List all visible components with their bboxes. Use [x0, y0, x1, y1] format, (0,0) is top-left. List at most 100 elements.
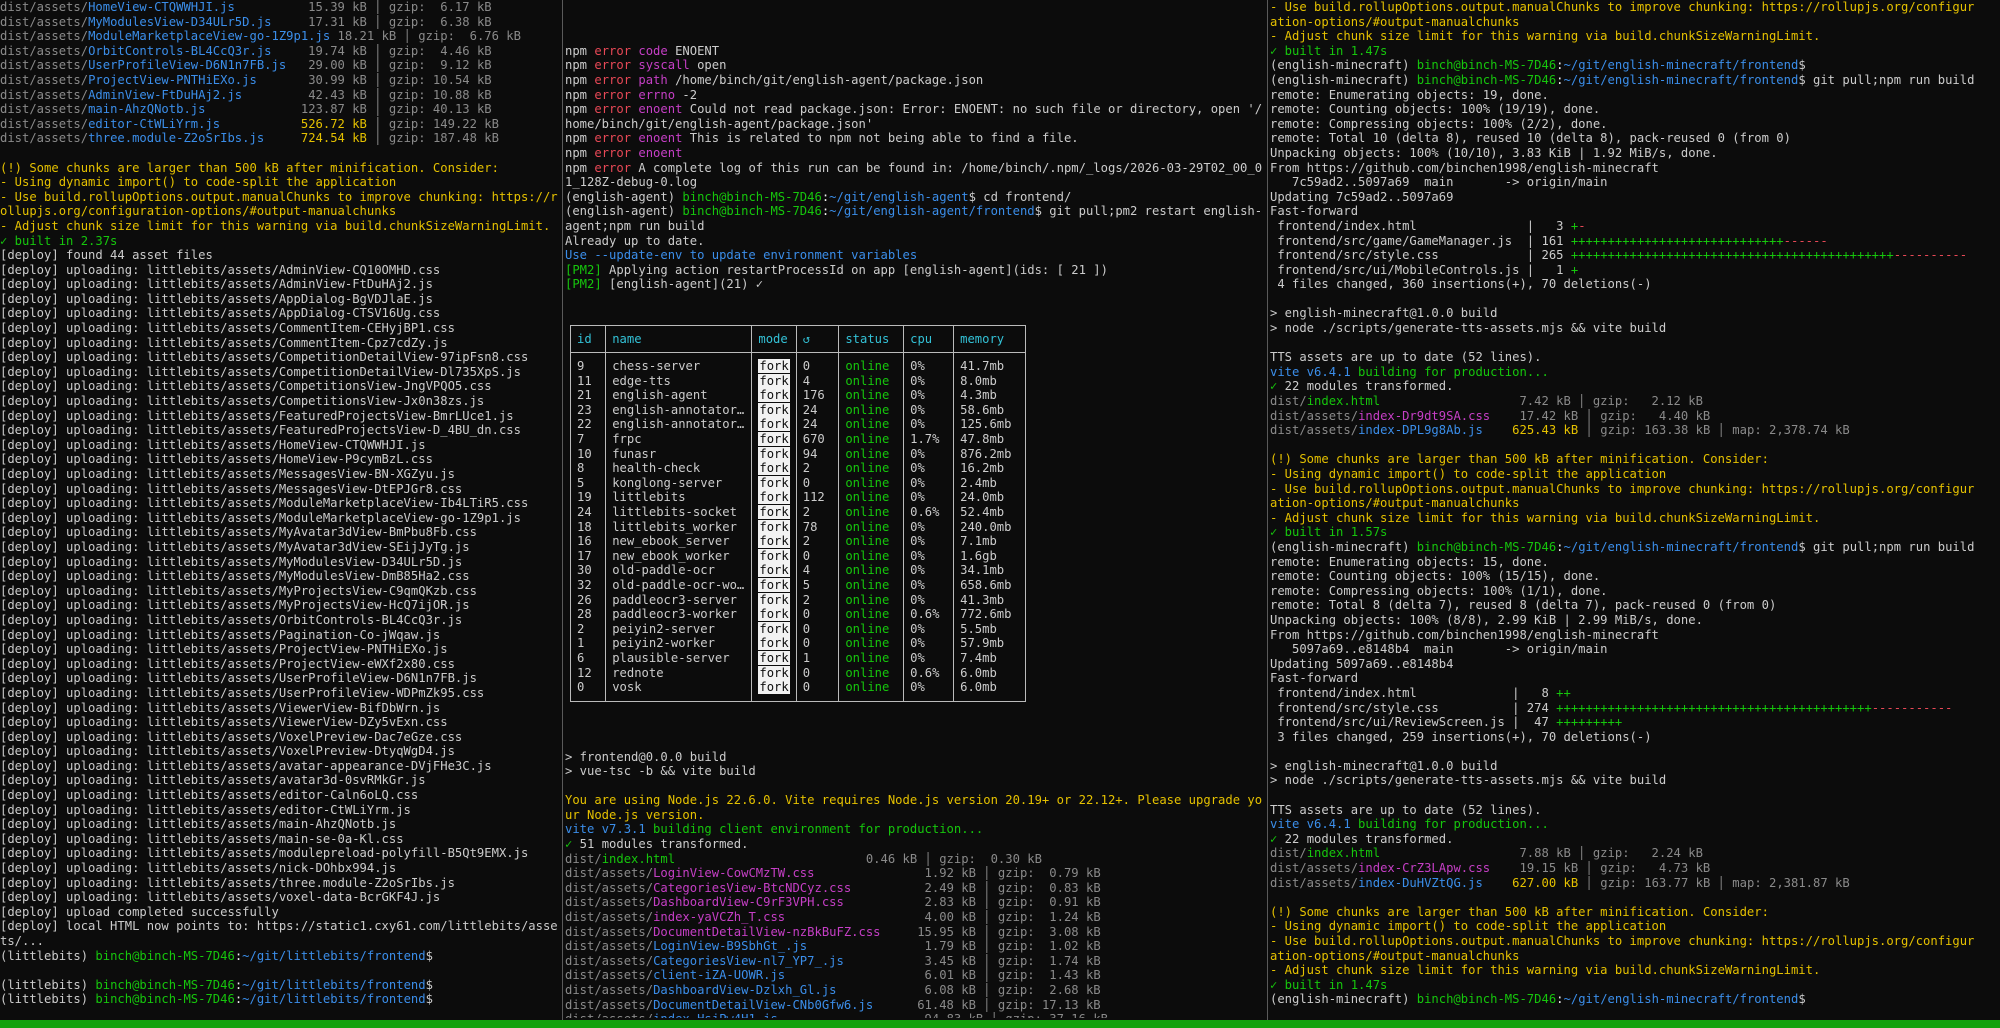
- terminal-text: dist/assets/: [565, 953, 654, 968]
- terminal-line: [deploy] uploading: littlebits/assets/Ho…: [0, 452, 561, 467]
- terminal-line: [deploy] uploading: littlebits/assets/Co…: [0, 336, 561, 351]
- terminal-text: vite v6.4.1: [1270, 817, 1351, 832]
- terminal-text: vite v7.3.1: [565, 822, 646, 837]
- pm2-cell: 0: [795, 680, 840, 702]
- terminal-line: [deploy] uploading: littlebits/assets/Ad…: [0, 277, 561, 292]
- pm2-cell: funasr: [605, 446, 753, 462]
- pm2-mode-cell: fork: [751, 505, 797, 520]
- terminal-text: [deploy] uploading: littlebits/assets/Vi…: [0, 715, 448, 730]
- terminal-pane-middle[interactable]: npm error code ENOENT npm error syscall o…: [565, 0, 1266, 1018]
- terminal-text: index-yaVCZh_T.css: [653, 910, 786, 925]
- terminal-line: remote: Counting objects: 100% (15/15), …: [1270, 569, 2000, 584]
- terminal-text: 123.87 kB │ gzip: 40.13 kB: [205, 102, 492, 117]
- pm2-process-row: 6 plausible-server fork 1 online 0% 7.4mb: [569, 650, 1027, 666]
- pm2-mode-cell: fork: [751, 621, 797, 637]
- pm2-status-cell: online: [838, 417, 905, 433]
- terminal-text: 7c59ad2..5097a69 main -> origin/main: [1270, 175, 1608, 190]
- pm2-cell: 0%: [903, 417, 955, 433]
- terminal-text: ModuleMarketplaceView-go-1Z9p1.js: [88, 29, 331, 44]
- pm2-status-cell: online: [838, 388, 905, 403]
- pm2-cell: 2: [569, 621, 607, 637]
- pm2-mode-label: fork: [758, 519, 790, 534]
- terminal-text: npm: [565, 43, 595, 58]
- terminal-line: [deploy] uploading: littlebits/assets/My…: [0, 584, 561, 599]
- terminal-line: [deploy] uploading: littlebits/assets/av…: [0, 759, 561, 774]
- pm2-mode-label: fork: [758, 417, 790, 432]
- terminal-line: [deploy] uploading: littlebits/assets/Or…: [0, 613, 561, 628]
- terminal-text: -: [1578, 218, 1586, 233]
- terminal-text: 1.79 kB │ gzip: 1.02 kB: [807, 939, 1101, 954]
- terminal-text: $ cd frontend/: [968, 189, 1072, 204]
- terminal-line: Updating 7c59ad2..5097a69: [1270, 190, 2000, 205]
- terminal-line: [deploy] uploading: littlebits/assets/ed…: [0, 788, 561, 803]
- pm2-cell: 2: [795, 592, 840, 608]
- pm2-cell: 876.2mb: [953, 446, 1027, 462]
- terminal-text: ~/git/littlebits/frontend: [242, 992, 426, 1007]
- terminal-text: path: [631, 72, 668, 87]
- terminal-line: dist/assets/HomeView-CTQWWHJI.js 15.39 k…: [0, 0, 561, 15]
- pm2-status-cell: online: [838, 490, 905, 505]
- terminal-line: dist/assets/DocumentDetailView-nzBkBuFZ.…: [565, 925, 1266, 940]
- terminal-text: [deploy] upload completed successfully: [0, 904, 279, 919]
- terminal-text: -2: [675, 87, 698, 102]
- terminal-line: frontend/src/style.css | 265 +++++++++++…: [1270, 248, 2000, 263]
- terminal-text: [deploy] uploading: littlebits/assets/My…: [0, 554, 463, 569]
- terminal-text: (english-agent): [565, 204, 683, 219]
- pm2-process-row: 19 littlebits fork 112 online 0% 24.0mb: [569, 490, 1027, 505]
- terminal-text: You are using Node.js 22.6.0. Vite requi…: [565, 793, 1263, 808]
- pm2-cell: edge-tts: [605, 373, 753, 389]
- terminal-line: [deploy] uploading: littlebits/assets/Co…: [0, 350, 561, 365]
- terminal-text: Could not read package.json: Error: ENOE…: [682, 102, 1263, 117]
- pm2-cell: 0: [795, 621, 840, 637]
- pm2-cell: 0: [795, 352, 840, 374]
- pm2-cell: 0%: [903, 352, 955, 374]
- terminal-line: [deploy] uploading: littlebits/assets/Co…: [0, 394, 561, 409]
- terminal-text: ollupjs.org/configuration-options/#outpu…: [0, 204, 397, 219]
- terminal-line: npm error path /home/binch/git/english-a…: [565, 73, 1266, 88]
- terminal-text: ----------: [1893, 248, 1968, 263]
- pane-divider-left[interactable]: [562, 0, 563, 1020]
- terminal-line: [deploy] uploading: littlebits/assets/Vo…: [0, 730, 561, 745]
- pm2-cell: 6.0mb: [953, 680, 1027, 702]
- terminal-text: │ gzip: 149.22 kB: [366, 116, 499, 131]
- pm2-mode-label: fork: [758, 563, 790, 578]
- terminal-text: > english-minecraft@1.0.0 build: [1270, 758, 1498, 773]
- terminal-line: Already up to date.: [565, 234, 1266, 249]
- terminal-text: AdminView-FtDuHAj2.js: [88, 87, 243, 102]
- terminal-text: UserProfileView-D6N1n7FB.js: [88, 58, 287, 73]
- terminal-line: - Using dynamic import() to code-split t…: [1270, 919, 2000, 934]
- terminal-text: remote: Compressing objects: 100% (1/1),…: [1270, 583, 1608, 598]
- pm2-cell: 23: [569, 402, 607, 418]
- terminal-text: 6.08 kB │ gzip: 2.68 kB: [836, 983, 1101, 997]
- pm2-mode-label: fork: [758, 665, 790, 680]
- terminal-line: dist/assets/MyModulesView-D34ULr5D.js 17…: [0, 15, 561, 30]
- terminal-line: [deploy] uploading: littlebits/assets/My…: [0, 598, 561, 613]
- pm2-cell: 1.6gb: [953, 548, 1027, 564]
- pm2-mode-label: fork: [758, 505, 790, 519]
- pm2-process-row: 12 rednote fork 0 online 0.6% 6.0mb: [569, 665, 1027, 681]
- terminal-text: binch@binch-MS-7D46: [682, 189, 822, 204]
- terminal-text: dist/assets/: [565, 968, 654, 983]
- terminal-text: [deploy] uploading: littlebits/assets/Co…: [0, 364, 521, 379]
- terminal-text: error: [594, 160, 632, 175]
- terminal-text: [deploy] uploading: littlebits/assets/My…: [0, 583, 477, 598]
- terminal-line: dist/assets/main-AhzQNotb.js 123.87 kB │…: [0, 102, 561, 117]
- terminal-line: [deploy] uploading: littlebits/assets/Pr…: [0, 642, 561, 657]
- pm2-process-row: 22 english-annotator… fork 24 online 0% 125.6m…: [569, 417, 1027, 433]
- terminal-text: enoent: [631, 102, 683, 117]
- terminal-line: dist/assets/CategoriesView-nl7_YP7_.js 3…: [565, 954, 1266, 969]
- terminal-text: - Use build.rollupOptions.output.manualC…: [0, 189, 558, 204]
- terminal-text: [deploy] uploading: littlebits/assets/Ad…: [0, 262, 441, 277]
- pane-divider-right[interactable]: [1267, 0, 1268, 1020]
- terminal-text: (littlebits): [0, 948, 96, 963]
- terminal-text: [PM2]: [565, 262, 602, 277]
- terminal-pane-right[interactable]: - Use build.rollupOptions.output.manualC…: [1270, 0, 2000, 1018]
- terminal-text: $: [425, 977, 433, 992]
- terminal-line: [deploy] uploading: littlebits/assets/Fe…: [0, 423, 561, 438]
- terminal-text: Applying action restartProcessId on app …: [601, 262, 1108, 277]
- terminal-line: dist/index.html 0.46 kB │ gzip: 0.30 kB: [565, 852, 1266, 867]
- terminal-pane-left[interactable]: dist/assets/HomeView-CTQWWHJI.js 15.39 k…: [0, 0, 561, 1018]
